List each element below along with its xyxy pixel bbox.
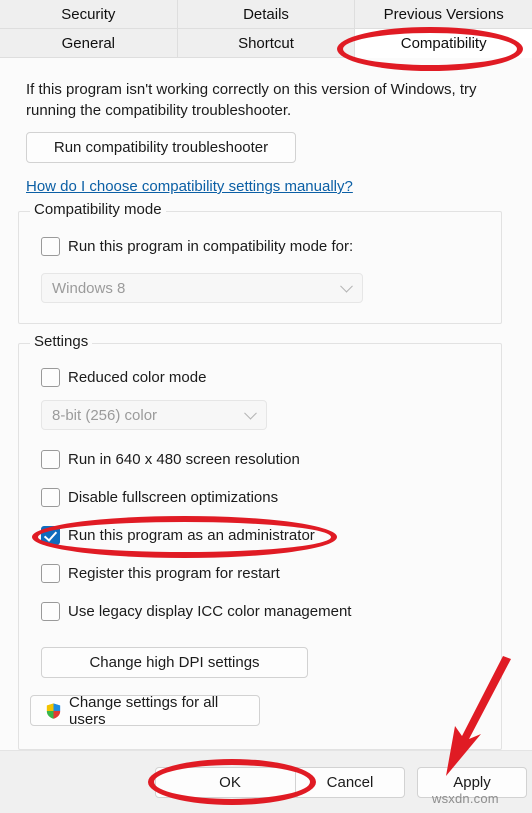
tab-label: Compatibility	[400, 34, 487, 52]
dropdown-value: Windows 8	[52, 279, 126, 297]
change-settings-for-all-users-button[interactable]: Change settings for all users	[30, 693, 260, 728]
tab-row-2: General Shortcut Compatibility	[0, 29, 532, 58]
change-high-dpi-settings-button[interactable]: Change high DPI settings	[41, 647, 308, 678]
group-title: Settings	[30, 333, 93, 350]
tab-label: Details	[243, 5, 289, 23]
tab-label: Shortcut	[238, 34, 294, 52]
tab-compatibility[interactable]: Compatibility	[355, 29, 532, 58]
button-label: Change high DPI settings	[89, 654, 260, 671]
tab-shortcut[interactable]: Shortcut	[177, 29, 356, 58]
tab-general[interactable]: General	[0, 29, 178, 58]
checkbox-box[interactable]	[41, 367, 60, 387]
group-title: Compatibility mode	[30, 201, 166, 218]
button-label: OK	[219, 774, 241, 791]
tab-label: Security	[61, 5, 116, 23]
properties-dialog: Security Details Previous Versions Gener…	[0, 0, 532, 813]
checkbox-640x480-resolution[interactable]: Run in 640 x 480 screen resolution	[41, 448, 300, 470]
tab-details[interactable]: Details	[177, 0, 356, 29]
checkbox-label: Reduced color mode	[68, 368, 207, 386]
uac-shield-icon	[45, 701, 62, 720]
cancel-button[interactable]: Cancel	[295, 767, 405, 798]
tab-label: General	[61, 34, 116, 52]
compatibility-settings-help-link[interactable]: How do I choose compatibility settings m…	[26, 178, 353, 195]
checkbox-label: Use legacy display ICC color management	[68, 602, 352, 620]
checkbox-label: Run this program as an administrator	[68, 526, 315, 544]
watermark: wsxdn.com	[432, 791, 499, 806]
chevron-down-icon	[340, 279, 353, 293]
compatibility-mode-group: Compatibility mode Run this program in c…	[18, 201, 502, 324]
checkbox-label: Disable fullscreen optimizations	[68, 488, 279, 506]
checkbox-reduced-color-mode[interactable]: Reduced color mode	[41, 366, 206, 388]
tab-previous-versions[interactable]: Previous Versions	[355, 0, 532, 29]
compatibility-os-dropdown[interactable]: Windows 8	[41, 273, 363, 303]
checkbox-run-as-administrator[interactable]: Run this program as an administrator	[41, 524, 315, 546]
intro-text: If this program isn't working correctly …	[26, 81, 477, 119]
button-label: Cancel	[326, 774, 374, 791]
chevron-down-icon	[244, 406, 257, 420]
checkbox-box[interactable]	[41, 487, 60, 507]
tab-security[interactable]: Security	[0, 0, 178, 29]
ok-button[interactable]: OK	[155, 767, 305, 798]
tab-label: Previous Versions	[383, 5, 504, 23]
checkbox-register-for-restart[interactable]: Register this program for restart	[41, 562, 280, 584]
color-depth-dropdown[interactable]: 8-bit (256) color	[41, 400, 267, 430]
settings-group: Settings Reduced color mode 8-bit (256) …	[18, 333, 502, 750]
checkbox-run-compatibility-mode[interactable]: Run this program in compatibility mode f…	[41, 235, 353, 257]
button-label: Run compatibility troubleshooter	[53, 139, 269, 156]
checkbox-label: Run in 640 x 480 screen resolution	[68, 450, 300, 468]
checkbox-box[interactable]	[41, 449, 60, 469]
dropdown-value: 8-bit (256) color	[52, 406, 158, 424]
run-compatibility-troubleshooter-button[interactable]: Run compatibility troubleshooter	[26, 132, 296, 163]
button-label: Change settings for all users	[69, 693, 219, 728]
checkbox-disable-fullscreen-optimizations[interactable]: Disable fullscreen optimizations	[41, 486, 278, 508]
compatibility-page: If this program isn't working correctly …	[0, 68, 532, 750]
checkbox-box[interactable]	[41, 601, 60, 621]
checkbox-label: Run this program in compatibility mode f…	[68, 237, 354, 255]
checkbox-label: Register this program for restart	[68, 564, 280, 582]
checkbox-box[interactable]	[41, 236, 60, 256]
tab-strip: Security Details Previous Versions Gener…	[0, 0, 532, 69]
checkbox-box[interactable]	[41, 525, 60, 545]
button-label: Apply	[453, 774, 491, 791]
checkbox-legacy-icc-color[interactable]: Use legacy display ICC color management	[41, 600, 351, 622]
checkbox-box[interactable]	[41, 563, 60, 583]
tab-row-1: Security Details Previous Versions	[0, 0, 532, 29]
